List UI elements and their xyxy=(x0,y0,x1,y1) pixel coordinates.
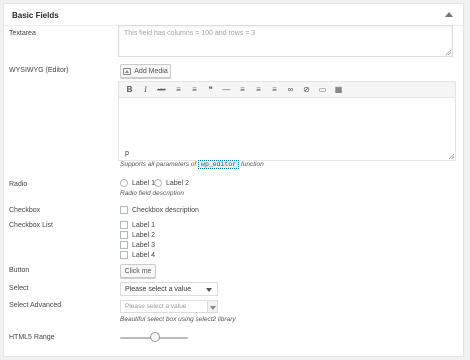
read-more-icon[interactable]: ▭ xyxy=(318,85,327,94)
button-label: Button xyxy=(9,267,30,274)
checkbox-list-item-2-label: Label 2 xyxy=(132,232,155,239)
select-advanced-dropdown[interactable]: Please select a value xyxy=(120,300,218,313)
radio-description: Radio field description xyxy=(120,190,184,197)
chevron-down-icon xyxy=(206,288,212,292)
checkbox-list-item-4-label: Label 4 xyxy=(132,252,155,259)
panel-header[interactable]: Basic Fields xyxy=(4,4,463,26)
checkbox-list-item-3[interactable] xyxy=(120,241,128,249)
checkbox-list-item-2[interactable] xyxy=(120,231,128,239)
wysiwyg-desc-code: wp_editor xyxy=(198,160,240,169)
textarea-input[interactable]: This field has columns = 100 and rows = … xyxy=(118,25,453,57)
radio-option-2[interactable] xyxy=(154,179,162,187)
checkbox-input[interactable] xyxy=(120,206,128,214)
textarea-placeholder: This field has columns = 100 and rows = … xyxy=(124,30,256,37)
select-label: Select xyxy=(9,285,29,292)
checkbox-list-item-1[interactable] xyxy=(120,221,128,229)
radio-option-1[interactable] xyxy=(120,179,128,187)
wysiwyg-description: Supports all parameters of wp_editor fun… xyxy=(120,160,264,169)
click-me-button[interactable]: Click me xyxy=(120,264,156,278)
collapse-arrow-icon[interactable] xyxy=(445,12,453,17)
italic-icon[interactable]: I xyxy=(141,85,150,94)
checkbox-list-item-1-label: Label 1 xyxy=(132,222,155,229)
checkbox-list-item-3-label: Label 3 xyxy=(132,242,155,249)
strikethrough-icon[interactable]: ABC xyxy=(157,85,166,94)
bullet-list-icon[interactable]: ≡ xyxy=(174,85,183,94)
select-dropdown[interactable]: Please select a value xyxy=(120,282,218,296)
checkbox-list-label: Checkbox List xyxy=(9,222,53,229)
wysiwyg-editor[interactable]: B I ABC ≡ ≡ ❝ — ≡ ≡ ≡ ∞ ⊘ ▭ ▦ p xyxy=(118,81,456,161)
select-advanced-placeholder: Please select a value xyxy=(125,303,187,310)
select2-arrow-icon xyxy=(207,301,217,312)
media-icon xyxy=(123,67,132,75)
remove-link-icon[interactable]: ⊘ xyxy=(302,85,311,94)
editor-toolbar: B I ABC ≡ ≡ ❝ — ≡ ≡ ≡ ∞ ⊘ ▭ ▦ xyxy=(119,82,455,98)
align-right-icon[interactable]: ≡ xyxy=(270,85,279,94)
wysiwyg-label: WYSIWYG (Editor) xyxy=(9,67,69,74)
checkbox-label: Checkbox xyxy=(9,207,41,214)
horizontal-rule-icon[interactable]: — xyxy=(222,85,231,94)
click-me-label: Click me xyxy=(124,267,152,275)
radio-option-2-label: Label 2 xyxy=(166,180,189,187)
align-center-icon[interactable]: ≡ xyxy=(254,85,263,94)
range-label: HTML5 Range xyxy=(9,334,55,341)
add-media-button[interactable]: Add Media xyxy=(120,64,171,78)
toolbar-toggle-icon[interactable]: ▦ xyxy=(334,85,343,94)
select-advanced-description: Beautiful select box using select2 libra… xyxy=(120,316,236,323)
insert-link-icon[interactable]: ∞ xyxy=(286,85,295,94)
select-advanced-label: Select Advanced xyxy=(9,302,62,309)
add-media-label: Add Media xyxy=(134,67,168,75)
checkbox-description: Checkbox description xyxy=(132,207,199,214)
editor-resize-icon[interactable] xyxy=(449,154,454,159)
radio-option-1-label: Label 1 xyxy=(132,180,155,187)
resize-handle-icon[interactable] xyxy=(446,50,451,55)
textarea-label: Textarea xyxy=(9,30,36,37)
radio-label: Radio xyxy=(9,181,28,188)
numbered-list-icon[interactable]: ≡ xyxy=(190,85,199,94)
align-left-icon[interactable]: ≡ xyxy=(238,85,247,94)
select-value: Please select a value xyxy=(125,285,192,293)
panel-title: Basic Fields xyxy=(12,11,59,20)
wysiwyg-desc-prefix: Supports all parameters of xyxy=(120,161,197,168)
wysiwyg-desc-suffix: function xyxy=(240,161,264,168)
checkbox-list-item-4[interactable] xyxy=(120,251,128,259)
blockquote-icon[interactable]: ❝ xyxy=(206,85,215,94)
bold-icon[interactable]: B xyxy=(125,85,134,94)
editor-path: p xyxy=(125,150,129,157)
